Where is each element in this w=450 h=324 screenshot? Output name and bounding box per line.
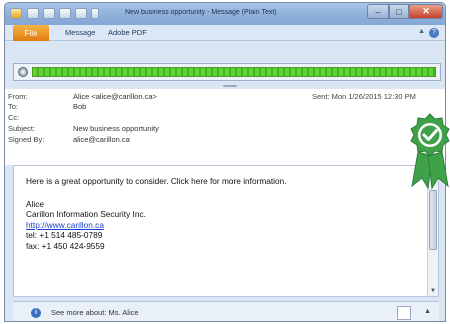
undo-icon[interactable] [27,8,39,19]
scroll-down-icon[interactable]: ▼ [428,286,438,296]
sent-field: Sent: Mon 1/26/2015 12:30 PM [312,92,416,101]
signature-company: Carillon Information Security Inc. [26,209,146,219]
signature-name: Alice [26,198,44,209]
scroll-thumb[interactable] [429,190,437,250]
people-pane: i See more about: Ms. Alice ▲ [13,301,439,321]
pane-splitter[interactable] [223,85,237,87]
next-item-icon[interactable] [75,8,87,19]
info-banner [13,63,441,81]
verified-checkmark-icon [410,113,450,190]
tab-message[interactable]: Message [65,28,95,37]
message-window: New business opportunity - Message (Plai… [4,2,446,322]
signature-tel: tel: +1 514 485-0789 [26,230,103,240]
subject-label: Subject: [8,124,36,133]
info-icon: i [31,308,41,318]
window-controls: – □ ✕ [367,4,443,21]
to-label: To: [8,102,19,111]
globe-icon [18,67,28,77]
progress-fill [33,68,435,76]
intro-paragraph: Here is a great opportunity to consider.… [26,176,287,186]
cc-label: Cc: [8,113,20,122]
signed-by-value: alice@carillon.ca [73,135,130,144]
signed-by-label: Signed By: [8,135,45,144]
help-icon[interactable]: ? [429,28,439,38]
sent-value: Mon 1/26/2015 12:30 PM [331,92,416,101]
minimize-button[interactable]: – [367,4,389,19]
tab-adobe-pdf[interactable]: Adobe PDF [108,28,147,37]
collapse-ribbon-icon[interactable]: ▲ [418,28,425,35]
subject-value: New business opportunity [73,124,159,133]
signature-link[interactable]: http://www.carillon.ca [26,220,426,231]
previous-item-icon[interactable] [59,8,71,19]
window-title: New business opportunity - Message (Plai… [125,9,277,16]
contact-photo [397,306,411,320]
people-pane-text[interactable]: See more about: Ms. Alice [51,308,139,317]
customize-toolbar-icon[interactable] [91,8,99,19]
sent-label: Sent: [312,92,330,101]
message-headers: From: Alice <alice@carillon.ca> To: Bob … [5,89,445,165]
status-progress-bar [32,67,436,77]
from-label: From: [8,92,28,101]
message-body[interactable]: Here is a great opportunity to consider.… [13,165,439,297]
signature-fax: fax: +1 450 424-9559 [26,240,105,251]
signature-block: Alice Carillon Information Security Inc.… [26,199,426,252]
tab-file[interactable]: File [13,25,49,41]
message-text: Here is a great opportunity to consider.… [26,176,426,251]
title-bar: New business opportunity - Message (Plai… [5,3,445,25]
to-value[interactable]: Bob [73,102,86,111]
maximize-button[interactable]: □ [389,4,409,19]
close-button[interactable]: ✕ [409,4,443,19]
expand-icon[interactable]: ▲ [424,308,431,315]
ribbon-tabs: File Message Adobe PDF ▲ ? [5,25,445,41]
save-icon[interactable] [10,8,22,19]
redo-icon[interactable] [43,8,55,19]
from-value[interactable]: Alice <alice@carillon.ca> [73,92,157,101]
